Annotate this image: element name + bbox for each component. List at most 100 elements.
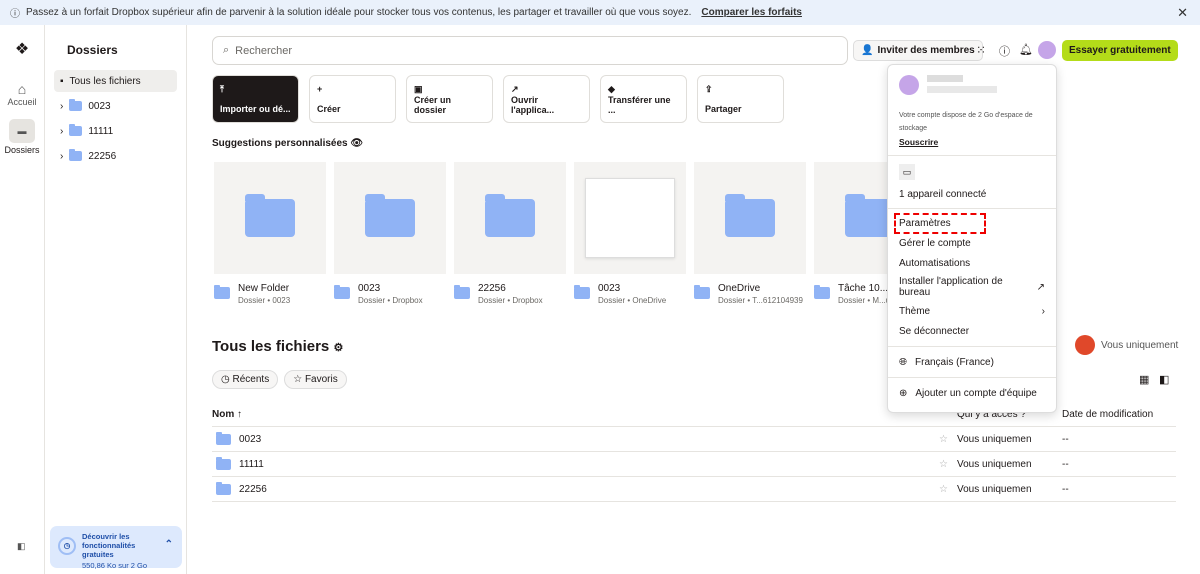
- folder-icon: [365, 194, 415, 237]
- help-icon[interactable]: ⓘ: [999, 43, 1010, 59]
- menu-item-install-app[interactable]: Installer l'application de bureau ↗: [888, 273, 1056, 301]
- plus-icon: +: [317, 84, 323, 94]
- folder-icon: [69, 124, 83, 136]
- name-column-header[interactable]: Nom ↑: [212, 409, 957, 420]
- favorites-filter-button[interactable]: ☆ Favoris: [284, 370, 347, 389]
- folder-icon: [216, 456, 231, 470]
- apps-grid-icon[interactable]: ⁙: [976, 43, 986, 57]
- card-thumbnail: [694, 162, 806, 274]
- suggestion-card[interactable]: 0023 Dossier • Dropbox: [334, 162, 446, 305]
- modified-cell: --: [1062, 433, 1069, 445]
- menu-item-manage-account[interactable]: Gérer le compte: [888, 233, 1056, 253]
- star-icon[interactable]: ☆: [939, 484, 957, 495]
- suggestion-card[interactable]: 0023 Dossier • OneDrive: [574, 162, 686, 305]
- transfer-button[interactable]: ◆ Transférer une ...: [600, 75, 687, 123]
- menu-item-language[interactable]: 🌐︎ Français (France): [888, 352, 1056, 372]
- folder-icon: [574, 285, 590, 299]
- table-row[interactable]: 22256 ☆ Vous uniquemen --: [212, 477, 1176, 502]
- eye-icon[interactable]: 👁︎: [350, 138, 363, 149]
- menu-item-logout[interactable]: Se déconnecter: [888, 321, 1056, 341]
- card-name: 0023: [358, 283, 381, 294]
- card-subtitle: Dossier • Dropbox: [478, 296, 543, 305]
- menu-item-theme[interactable]: Thème ›: [888, 301, 1056, 321]
- toggle-sidebar-icon[interactable]: ◧: [17, 541, 26, 552]
- star-icon[interactable]: ☆: [939, 434, 957, 445]
- gear-icon[interactable]: ⚙: [333, 342, 343, 354]
- table-row[interactable]: 11111 ☆ Vous uniquemen --: [212, 452, 1176, 477]
- home-icon: ⌂: [17, 81, 27, 97]
- sidebar-item-all-files[interactable]: ▪ Tous les fichiers: [54, 70, 177, 92]
- folder-icon: [69, 99, 83, 111]
- file-name[interactable]: 11111: [239, 459, 264, 470]
- suggestion-card[interactable]: OneDrive Dossier • T...612104939: [694, 162, 806, 305]
- access-cell: Vous uniquemen: [957, 458, 1032, 470]
- sidebar-item-11111[interactable]: › 11111: [54, 120, 177, 142]
- suggestion-card[interactable]: New Folder Dossier • 0023: [214, 162, 326, 305]
- menu-item-devices[interactable]: 1 appareil connecté: [888, 184, 1056, 204]
- share-icon: ⇪: [705, 84, 713, 94]
- folder-icon: [216, 481, 231, 495]
- card-subtitle: Dossier • Dropbox: [358, 296, 423, 305]
- folder-icon: [725, 194, 775, 237]
- card-thumbnail: [214, 162, 326, 274]
- file-name[interactable]: 22256: [239, 484, 267, 495]
- free-features-promo[interactable]: ◷ Découvrir les fonctionnalités gratuite…: [50, 526, 182, 570]
- nav-folders[interactable]: ▬ Dossiers: [0, 119, 44, 155]
- chevron-right-icon: ›: [60, 100, 64, 112]
- folder-icon: [334, 285, 350, 299]
- account-info: [888, 65, 1056, 95]
- plus-circle-icon: ⊕: [899, 387, 908, 399]
- card-subtitle: Dossier • OneDrive: [598, 296, 667, 305]
- access-owner[interactable]: Vous uniquement: [1075, 335, 1178, 355]
- nav-home[interactable]: ⌂ Accueil: [0, 81, 44, 107]
- chevron-right-icon: ›: [1041, 305, 1045, 317]
- card-thumbnail: [574, 162, 686, 274]
- modified-column-header[interactable]: Date de modification: [1062, 409, 1153, 420]
- subscribe-link[interactable]: Souscrire: [888, 135, 1056, 155]
- upload-button[interactable]: ⤒ Importer ou dé...: [212, 75, 299, 123]
- create-button[interactable]: + Créer: [309, 75, 396, 123]
- compare-plans-link[interactable]: Comparer les forfaits: [701, 7, 802, 18]
- avatar[interactable]: [1038, 41, 1056, 59]
- sidebar-item-0023[interactable]: › 0023: [54, 95, 177, 117]
- suggestion-card[interactable]: 22256 Dossier • Dropbox: [454, 162, 566, 305]
- suggestions-title: Suggestions personnalisées 👁︎: [212, 138, 364, 149]
- menu-item-add-team[interactable]: ⊕ Ajouter un compte d'équipe: [888, 383, 1056, 403]
- table-row[interactable]: 0023 ☆ Vous uniquemen --: [212, 427, 1176, 452]
- try-free-button[interactable]: Essayer gratuitement: [1062, 40, 1178, 61]
- chevron-up-icon[interactable]: ⌃: [165, 539, 173, 550]
- search-icon: ⌕: [223, 44, 230, 56]
- folder-icon: [245, 194, 295, 237]
- menu-item-automations[interactable]: Automatisations: [888, 253, 1056, 273]
- transfer-icon: ◆: [608, 84, 615, 94]
- create-folder-button[interactable]: ▣ Créer un dossier: [406, 75, 493, 123]
- folder-icon: [694, 285, 710, 299]
- device-icon: ▭: [899, 164, 915, 180]
- star-icon[interactable]: ☆: [939, 459, 957, 470]
- owner-avatar: [1075, 335, 1095, 355]
- chevron-right-icon: ›: [60, 125, 64, 137]
- folder-icon: [814, 285, 830, 299]
- access-cell: Vous uniquemen: [957, 433, 1032, 445]
- close-icon[interactable]: ✕: [1177, 5, 1188, 21]
- folder-icon: ▬: [9, 119, 35, 143]
- account-name-blurred: [927, 75, 997, 95]
- open-app-button[interactable]: ↗ Ouvrir l'applica...: [503, 75, 590, 123]
- share-button[interactable]: ⇪ Partager: [697, 75, 784, 123]
- search-input[interactable]: ⌕ Rechercher: [212, 36, 848, 65]
- bell-icon[interactable]: 🔔︎: [1019, 43, 1033, 56]
- grid-view-icon[interactable]: ▦: [1139, 373, 1149, 386]
- invite-members-button[interactable]: 👤 Inviter des membres: [853, 40, 983, 61]
- sidebar: Dossiers ▪ Tous les fichiers › 0023 › 11111…: [45, 25, 187, 574]
- chevron-right-icon: ›: [60, 150, 64, 162]
- sidebar-item-22256[interactable]: › 22256: [54, 145, 177, 167]
- folder-plus-icon: ▣: [414, 84, 423, 94]
- menu-item-settings[interactable]: Paramètres: [888, 212, 1056, 234]
- card-thumbnail: [334, 162, 446, 274]
- panel-toggle-icon[interactable]: ◧: [1159, 373, 1169, 386]
- dropbox-logo[interactable]: ❖: [0, 39, 44, 59]
- file-name[interactable]: 0023: [239, 434, 261, 445]
- card-name: 0023: [598, 283, 621, 294]
- recent-filter-button[interactable]: ◷ Récents: [212, 370, 279, 389]
- nav-rail: ❖ ⌂ Accueil ▬ Dossiers ◧: [0, 25, 45, 574]
